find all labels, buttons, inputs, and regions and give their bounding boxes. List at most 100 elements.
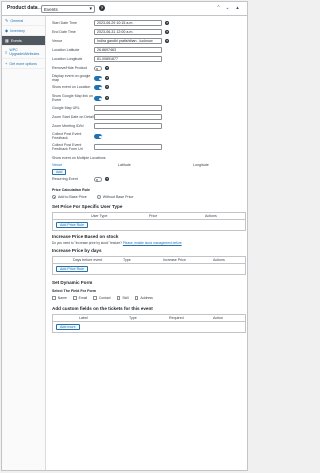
longitude-input[interactable]: 81.00891877 xyxy=(94,56,162,62)
help-icon[interactable]: ? xyxy=(105,96,109,101)
collect-feedback-toggle[interactable] xyxy=(94,134,102,139)
tab-label: Inventory xyxy=(10,28,25,33)
add-user-price-rule-button[interactable]: Add Price Rule xyxy=(56,222,88,228)
venue-input[interactable]: Indira gandhi pratishthan , lucknow xyxy=(94,38,162,44)
help-icon[interactable]: ? xyxy=(105,76,109,81)
latitude-label: Location Latitude xyxy=(52,47,80,52)
show-location-toggle[interactable] xyxy=(94,85,102,90)
zoom-level-label: Zoom Start Date on Detail xyxy=(52,114,94,119)
table-footer: Add Price Rule xyxy=(53,264,245,274)
contact-checkbox[interactable] xyxy=(93,296,97,300)
start-date-label: Start Date Time xyxy=(52,20,77,25)
add-more-button[interactable]: Add more xyxy=(56,324,80,330)
google-map-url-input[interactable] xyxy=(94,105,162,111)
wrench-icon: ✎ xyxy=(5,18,9,23)
help-icon[interactable]: ? xyxy=(165,30,169,34)
name-field-label: Name xyxy=(57,296,67,300)
collect-feedback-row: Collect Post Event Feedback xyxy=(52,132,102,141)
without-base-price-radio[interactable] xyxy=(96,195,101,199)
tag-icon: ◆ xyxy=(5,28,9,33)
tab-wpc-upgrade[interactable]: ≡ WPC Upgrade/Attributes xyxy=(2,46,45,59)
skill-field-label: Skill xyxy=(122,296,129,300)
column-header: Days before event xyxy=(73,258,103,262)
tab-general[interactable]: ✎ General xyxy=(2,16,45,26)
add-base-price-radio[interactable] xyxy=(52,195,56,199)
tab-inventory[interactable]: ◆ Inventory xyxy=(2,26,45,36)
zoom-meeting-row: Zoom Meeting ID/Id xyxy=(52,123,162,129)
skill-checkbox[interactable] xyxy=(116,296,121,300)
help-icon[interactable]: ? xyxy=(165,21,169,25)
recurring-label: Recurring Event xyxy=(52,177,78,182)
start-date-input[interactable]: 2023-06-29 10:15 a.m. xyxy=(94,20,162,26)
remove-product-toggle[interactable] xyxy=(94,66,102,71)
tab-label: Get more options xyxy=(9,61,37,66)
venue-row: Venue Indira gandhi pratishthan , luckno… xyxy=(52,38,169,44)
show-google-map-label: Show Google Map link on Event xyxy=(52,94,93,103)
tab-get-more-options[interactable]: + Get more options xyxy=(2,59,45,69)
days-price-title: Increase Price by days xyxy=(52,248,102,253)
column-header: Increase Price xyxy=(163,258,186,262)
tab-label: Events xyxy=(10,38,22,43)
help-icon[interactable]: ? xyxy=(105,177,109,182)
email-checkbox[interactable] xyxy=(72,296,77,300)
dynamic-form-fields: Name Email Contact Skill Address xyxy=(52,296,159,300)
product-data-header: Product data — Events ▾ ? ⌃ ⌄ ▴ xyxy=(2,2,247,16)
end-date-label: End Date Time xyxy=(52,29,76,34)
help-icon[interactable]: ? xyxy=(105,85,109,90)
column-header: Required xyxy=(169,316,184,320)
longitude-column-header: Longitude xyxy=(193,163,209,167)
display-map-toggle[interactable] xyxy=(94,76,102,81)
help-icon[interactable]: ? xyxy=(99,5,105,11)
product-type-select[interactable]: Events ▾ xyxy=(41,5,95,13)
recurring-toggle[interactable] xyxy=(94,177,102,182)
column-header: Type xyxy=(123,258,131,262)
add-days-price-rule-button[interactable]: Add Price Rule xyxy=(56,266,88,272)
column-header: Actions xyxy=(213,258,225,262)
user-price-title: Set Price For Specific User Type xyxy=(52,204,123,209)
tab-events[interactable]: ▦ Events xyxy=(2,36,45,46)
column-header: Label xyxy=(79,316,88,320)
show-location-row: Show event on Location ? xyxy=(52,85,109,90)
stock-price-note-row: Do you need to "Increase price by stock"… xyxy=(52,241,182,245)
price-calc-title: Price Calculation Rule xyxy=(52,188,90,192)
table-footer: Add more xyxy=(53,322,245,332)
google-map-url-row: Google Map URL xyxy=(52,105,162,111)
custom-fields-table: Label Type Required Action Add more xyxy=(52,314,246,333)
tab-label: General xyxy=(10,18,24,23)
panel-title: Product data xyxy=(7,5,38,11)
zoom-level-row: Zoom Start Date on Detail xyxy=(52,114,162,120)
help-icon[interactable]: ? xyxy=(105,66,109,71)
show-location-label: Show event on Location xyxy=(52,85,91,90)
zoom-meeting-input[interactable] xyxy=(94,123,162,129)
product-data-tabs: ✎ General ◆ Inventory ▦ Events ≡ WPC Upg… xyxy=(2,16,46,470)
plus-icon: + xyxy=(5,61,8,66)
price-calc-options: Add to Base Price Without Base Price xyxy=(52,195,133,199)
help-icon[interactable]: ? xyxy=(165,39,169,43)
chevron-down-icon[interactable]: ⌄ xyxy=(224,5,231,11)
caret-up-icon[interactable]: ▴ xyxy=(234,5,241,11)
latitude-input[interactable]: 26.8697463 xyxy=(94,47,162,53)
table-header: User Type Price Actions xyxy=(53,213,245,220)
multiple-locations-title: Show event on Multiple Locations xyxy=(52,156,106,160)
chevron-up-icon[interactable]: ⌃ xyxy=(215,5,222,11)
recurring-row: Recurring Event ? xyxy=(52,177,109,182)
latitude-row: Location Latitude 26.8697463 xyxy=(52,47,162,53)
product-type-value: Events xyxy=(44,7,58,12)
feedback-url-input[interactable] xyxy=(94,144,162,151)
add-location-button[interactable]: Add xyxy=(52,169,67,175)
calendar-icon: ▦ xyxy=(5,38,9,43)
name-checkbox[interactable] xyxy=(52,296,56,300)
stock-price-title: Increase Price Based on stock xyxy=(52,234,119,239)
zoom-level-input[interactable] xyxy=(94,114,162,120)
without-base-price-label: Without Base Price xyxy=(102,195,134,199)
events-panel: Start Date Time 2023-06-29 10:15 a.m. ? … xyxy=(48,16,247,470)
feedback-url-label: Collect Post Event Feedback Form Url xyxy=(52,143,83,152)
end-date-input[interactable]: 2023-06-31 12:00 a.m. xyxy=(94,29,162,35)
show-google-map-toggle[interactable] xyxy=(94,96,102,101)
longitude-row: Location Longitude 81.00891877 xyxy=(52,56,162,62)
enable-stock-management-link[interactable]: Please, enable stock management before xyxy=(123,241,182,245)
stock-price-note: Do you need to "Increase price by stock"… xyxy=(52,241,122,245)
remove-product-row: Remove/Hide Product ? xyxy=(52,66,109,71)
email-field-label: Email xyxy=(78,296,88,300)
address-checkbox[interactable] xyxy=(134,296,139,300)
